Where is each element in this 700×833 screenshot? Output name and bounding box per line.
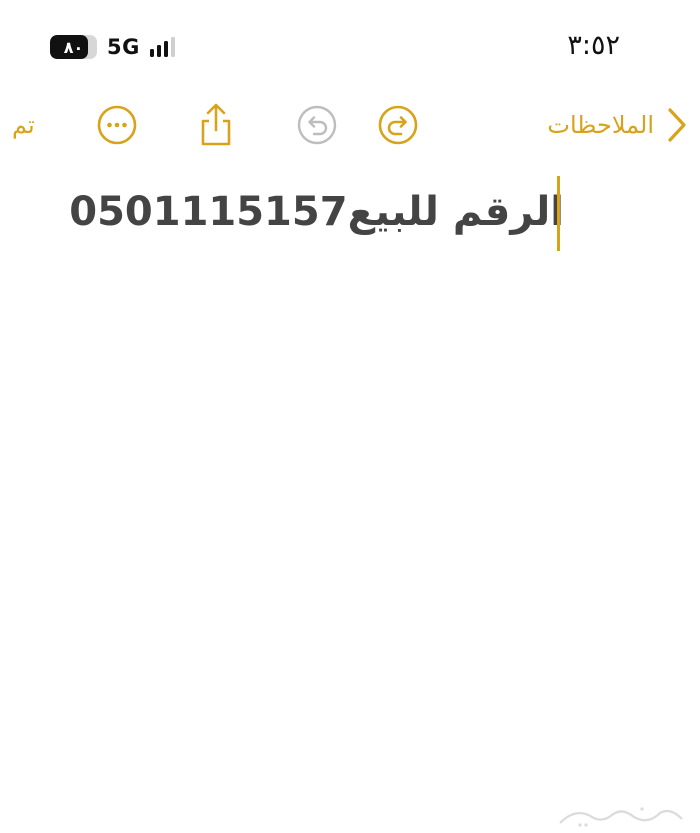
status-bar-left: ٨٠ 5G bbox=[50, 34, 175, 60]
battery-indicator: ٨٠ bbox=[50, 35, 97, 59]
back-label: الملاحظات bbox=[547, 111, 654, 139]
status-time: ٣:٥٢ bbox=[567, 30, 620, 61]
redo-button[interactable] bbox=[377, 103, 419, 147]
note-text[interactable]: الرقم للبيع0501115157 bbox=[69, 182, 564, 242]
ellipsis-circle-icon bbox=[97, 105, 137, 145]
share-button[interactable] bbox=[196, 103, 236, 147]
signal-strength-icon bbox=[149, 37, 175, 57]
undo-icon bbox=[297, 105, 337, 145]
text-cursor bbox=[557, 176, 560, 251]
battery-level: ٨٠ bbox=[63, 37, 84, 57]
notes-screen: ٨٠ 5G ٣:٥٢ تم الملاحظات الرقم للبيع05011… bbox=[0, 0, 700, 833]
redo-icon bbox=[378, 105, 418, 145]
back-button[interactable]: الملاحظات bbox=[547, 103, 688, 147]
signal-bar bbox=[170, 37, 175, 57]
signal-bar bbox=[156, 45, 161, 57]
watermark-logo bbox=[559, 807, 683, 827]
network-type: 5G bbox=[107, 35, 140, 59]
more-button[interactable] bbox=[96, 103, 138, 147]
signal-bar bbox=[149, 49, 154, 57]
chevron-right-icon bbox=[668, 108, 686, 142]
done-button[interactable]: تم bbox=[12, 103, 35, 147]
note-body[interactable]: الرقم للبيع0501115157 bbox=[44, 182, 564, 246]
signal-bar bbox=[163, 41, 168, 57]
share-icon bbox=[201, 103, 231, 146]
undo-button[interactable] bbox=[296, 103, 338, 147]
